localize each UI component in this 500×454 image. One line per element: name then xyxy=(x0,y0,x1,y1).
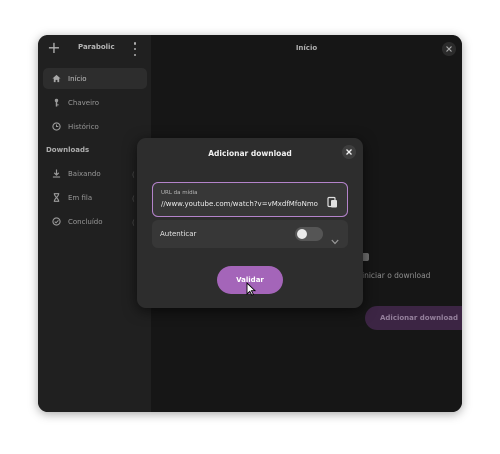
dialog-close-button[interactable] xyxy=(342,145,356,159)
authenticate-row[interactable]: Autenticar xyxy=(152,220,348,248)
media-url-input[interactable]: //www.youtube.com/watch?v=vMxdfMfoNmo xyxy=(161,200,318,208)
authenticate-label: Autenticar xyxy=(160,230,197,238)
paste-icon[interactable] xyxy=(327,193,338,208)
authenticate-toggle[interactable] xyxy=(295,227,323,241)
dialog-title: Adicionar download xyxy=(208,149,292,158)
media-url-label: URL da mídia xyxy=(161,190,198,196)
close-icon xyxy=(346,149,352,155)
media-url-field[interactable]: URL da mídia //www.youtube.com/watch?v=v… xyxy=(152,182,348,217)
mouse-cursor-icon xyxy=(246,281,257,296)
chevron-down-icon[interactable] xyxy=(331,230,339,245)
toggle-knob xyxy=(297,229,307,239)
